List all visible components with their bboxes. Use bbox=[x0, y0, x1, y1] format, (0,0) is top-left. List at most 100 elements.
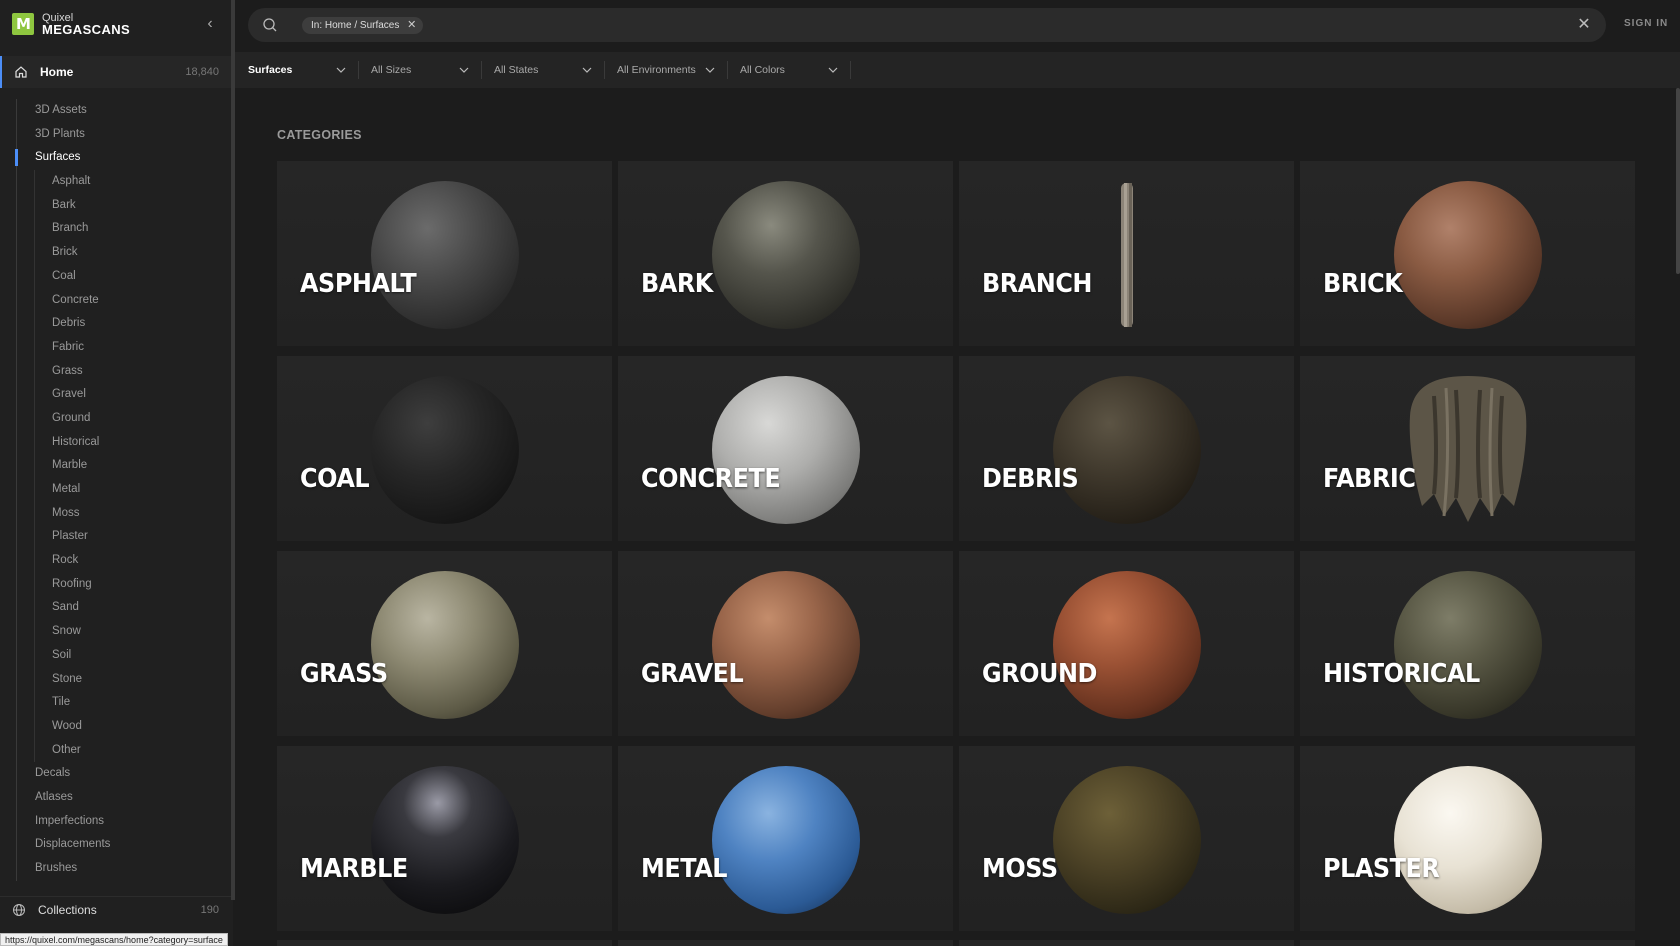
category-card-ground[interactable]: GROUND bbox=[959, 551, 1294, 736]
category-card-asphalt[interactable]: ASPHALT bbox=[277, 161, 612, 346]
close-icon[interactable]: ✕ bbox=[407, 17, 416, 34]
metal-thumbnail bbox=[712, 766, 860, 914]
category-card-partial[interactable] bbox=[277, 940, 612, 946]
material-sphere bbox=[712, 181, 860, 329]
category-card-plaster[interactable]: PLASTER bbox=[1300, 746, 1635, 931]
sidebar-home-count: 18,840 bbox=[185, 66, 219, 78]
search-filter-chip[interactable]: In: Home / Surfaces ✕ bbox=[302, 17, 424, 34]
category-card-partial[interactable] bbox=[1300, 940, 1635, 946]
category-card-historical[interactable]: HISTORICAL bbox=[1300, 551, 1635, 736]
sidebar-item-snow[interactable]: Snow bbox=[35, 620, 231, 644]
sidebar-item-3d-assets[interactable]: 3D Assets bbox=[17, 99, 231, 123]
category-card-label: GRASS bbox=[300, 659, 388, 689]
material-sphere bbox=[712, 766, 860, 914]
sidebar-item-fabric[interactable]: Fabric bbox=[35, 336, 231, 360]
filter-divider bbox=[850, 61, 851, 79]
sidebar-item-displacements[interactable]: Displacements bbox=[17, 833, 231, 857]
sidebar-item-branch[interactable]: Branch bbox=[35, 217, 231, 241]
sidebar-item-gravel[interactable]: Gravel bbox=[35, 383, 231, 407]
material-sphere bbox=[1053, 571, 1201, 719]
main-scrollbar[interactable] bbox=[1676, 88, 1680, 274]
category-card-concrete[interactable]: CONCRETE bbox=[618, 356, 953, 541]
category-card-label: GRAVEL bbox=[641, 659, 744, 689]
chevron-down-icon bbox=[336, 67, 346, 73]
plaster-thumbnail bbox=[1394, 766, 1542, 914]
category-card-partial[interactable] bbox=[959, 940, 1294, 946]
sidebar-item-moss[interactable]: Moss bbox=[35, 502, 231, 526]
sign-in-button[interactable]: SIGN IN bbox=[1624, 18, 1668, 29]
sidebar-item-bark[interactable]: Bark bbox=[35, 194, 231, 218]
filter-dropdown-all-sizes[interactable]: All Sizes bbox=[358, 52, 481, 88]
search-bar[interactable]: In: Home / Surfaces ✕ ✕ bbox=[248, 8, 1606, 42]
category-card-marble[interactable]: MARBLE bbox=[277, 746, 612, 931]
bark-thumbnail bbox=[712, 181, 860, 329]
category-card-grass[interactable]: GRASS bbox=[277, 551, 612, 736]
category-card-branch[interactable]: BRANCH bbox=[959, 161, 1294, 346]
category-card-label: PLASTER bbox=[1323, 854, 1440, 884]
category-card-partial[interactable] bbox=[618, 940, 953, 946]
sidebar-item-wood[interactable]: Wood bbox=[35, 715, 231, 739]
sidebar-item-tile[interactable]: Tile bbox=[35, 691, 231, 715]
filter-dropdown-all-states[interactable]: All States bbox=[481, 52, 604, 88]
category-card-gravel[interactable]: GRAVEL bbox=[618, 551, 953, 736]
filter-dropdown-all-environments[interactable]: All Environments bbox=[604, 52, 727, 88]
filter-label: All Sizes bbox=[371, 64, 412, 76]
material-sphere bbox=[1394, 766, 1542, 914]
sidebar-item-asphalt[interactable]: Asphalt bbox=[35, 170, 231, 194]
sidebar-item-historical[interactable]: Historical bbox=[35, 431, 231, 455]
sidebar-item-debris[interactable]: Debris bbox=[35, 312, 231, 336]
filter-dropdown-surfaces[interactable]: Surfaces bbox=[235, 52, 358, 88]
coal-thumbnail bbox=[371, 376, 519, 524]
category-card-label: ASPHALT bbox=[300, 269, 417, 299]
sidebar-item-home[interactable]: Home 18,840 bbox=[0, 56, 231, 88]
sidebar-item-atlases[interactable]: Atlases bbox=[17, 786, 231, 810]
sidebar-item-surfaces[interactable]: Surfaces bbox=[15, 146, 231, 170]
category-card-bark[interactable]: BARK bbox=[618, 161, 953, 346]
sidebar-item-other[interactable]: Other bbox=[35, 739, 231, 763]
search-icon[interactable] bbox=[262, 17, 278, 33]
category-card-debris[interactable]: DEBRIS bbox=[959, 356, 1294, 541]
clear-search-icon[interactable]: ✕ bbox=[1576, 17, 1592, 33]
category-card-brick[interactable]: BRICK bbox=[1300, 161, 1635, 346]
sidebar-tree: 3D Assets 3D Plants Surfaces Asphalt Bark Bra… bbox=[15, 99, 231, 881]
sidebar-item-brushes[interactable]: Brushes bbox=[17, 857, 231, 881]
sidebar-item-grass[interactable]: Grass bbox=[35, 360, 231, 384]
sidebar-item-plaster[interactable]: Plaster bbox=[35, 525, 231, 549]
sidebar-item-roofing[interactable]: Roofing bbox=[35, 573, 231, 597]
category-card-label: MARBLE bbox=[300, 854, 408, 884]
sidebar-item-rock[interactable]: Rock bbox=[35, 549, 231, 573]
category-card-coal[interactable]: COAL bbox=[277, 356, 612, 541]
marble-thumbnail bbox=[371, 766, 519, 914]
sidebar-item-collections[interactable]: Collections 190 bbox=[0, 896, 231, 922]
sidebar-item-3d-plants[interactable]: 3D Plants bbox=[17, 123, 231, 147]
sidebar-item-decals[interactable]: Decals bbox=[17, 762, 231, 786]
sidebar-item-soil[interactable]: Soil bbox=[35, 644, 231, 668]
sidebar-item-concrete[interactable]: Concrete bbox=[35, 289, 231, 313]
sidebar-item-metal[interactable]: Metal bbox=[35, 478, 231, 502]
sidebar-item-brick[interactable]: Brick bbox=[35, 241, 231, 265]
chevron-left-icon[interactable]: ‹ bbox=[200, 14, 220, 34]
sidebar-item-sand[interactable]: Sand bbox=[35, 596, 231, 620]
status-bar-url: https://quixel.com/megascans/home?catego… bbox=[0, 933, 228, 946]
category-card-label: DEBRIS bbox=[982, 464, 1079, 494]
filter-label: All Colors bbox=[740, 64, 785, 76]
sidebar-item-stone[interactable]: Stone bbox=[35, 668, 231, 692]
sidebar-item-marble[interactable]: Marble bbox=[35, 454, 231, 478]
material-sphere bbox=[712, 571, 860, 719]
app-root: Quixel MEGASCANS ‹ Home 18,840 3D Assets… bbox=[0, 0, 1680, 946]
section-title: CATEGORIES bbox=[277, 128, 362, 142]
sidebar-item-coal[interactable]: Coal bbox=[35, 265, 231, 289]
filter-dropdown-all-colors[interactable]: All Colors bbox=[727, 52, 850, 88]
category-card-label: BRANCH bbox=[982, 269, 1092, 299]
category-card-fabric[interactable]: FABRIC bbox=[1300, 356, 1635, 541]
material-sphere bbox=[371, 376, 519, 524]
sidebar-item-ground[interactable]: Ground bbox=[35, 407, 231, 431]
sidebar-item-imperfections[interactable]: Imperfections bbox=[17, 810, 231, 834]
chevron-down-icon bbox=[828, 67, 838, 73]
megascans-logo-icon bbox=[12, 13, 34, 35]
home-icon bbox=[15, 66, 27, 78]
category-card-moss[interactable]: MOSS bbox=[959, 746, 1294, 931]
logo[interactable]: Quixel MEGASCANS bbox=[12, 13, 130, 36]
category-card-metal[interactable]: METAL bbox=[618, 746, 953, 931]
gravel-thumbnail bbox=[712, 571, 860, 719]
